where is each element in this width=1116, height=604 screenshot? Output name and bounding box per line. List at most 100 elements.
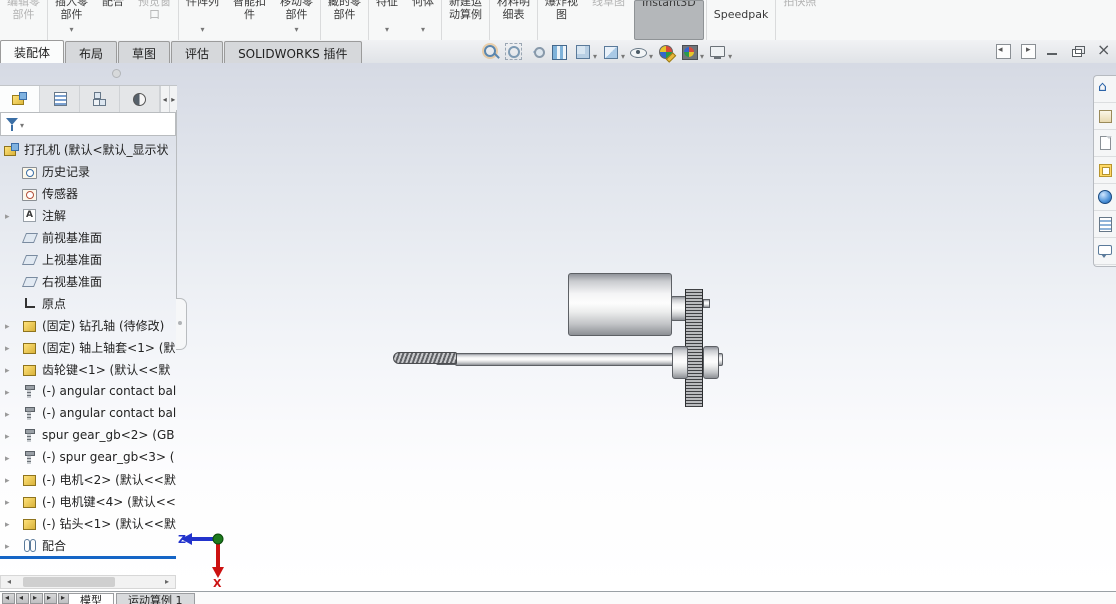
expand-arrow-icon[interactable]	[5, 384, 15, 396]
expand-arrow-icon[interactable]	[5, 340, 15, 352]
tree-item[interactable]: 传感器	[0, 182, 179, 204]
view-toolbar-button[interactable]	[528, 43, 546, 61]
tree-item[interactable]: (-) 钻头<1> (默认<<默	[0, 512, 179, 534]
tree-item[interactable]: (固定) 轴上轴套<1> (默	[0, 336, 179, 358]
dropdown-caret-icon[interactable]	[421, 21, 425, 30]
expand-arrow-icon[interactable]	[5, 472, 15, 484]
study-tab[interactable]: 运动算例 1	[116, 593, 195, 604]
tree-item[interactable]: (-) 电机键<4> (默认<<	[0, 490, 179, 512]
dropdown-caret-icon[interactable]	[200, 21, 204, 30]
graphics-viewport[interactable]: 打孔机 (默认<默认_显示状 历史记录 传感器 注解	[0, 63, 1116, 591]
view-toolbar-icon[interactable]	[630, 43, 648, 61]
view-toolbar-button[interactable]	[658, 43, 676, 61]
tree-item[interactable]: 前视基准面	[0, 226, 179, 248]
ribbon-button[interactable]: 插入零 部件	[47, 0, 95, 40]
study-nav-button[interactable]	[44, 593, 57, 604]
tree-item[interactable]: 原点	[0, 292, 179, 314]
commandmanager-tab[interactable]: 布局	[65, 41, 118, 64]
window-control-button[interactable]	[1021, 44, 1036, 59]
dropdown-caret-icon[interactable]	[728, 48, 732, 57]
study-nav-button[interactable]	[30, 593, 43, 604]
panel-tab-scroll-right-icon[interactable]	[168, 86, 177, 112]
featuremanager-tab[interactable]	[40, 86, 80, 112]
view-toolbar-icon[interactable]	[574, 43, 592, 61]
ribbon-button[interactable]: 移动零 部件	[273, 0, 320, 40]
dropdown-caret-icon[interactable]	[700, 48, 704, 57]
view-toolbar-button[interactable]	[681, 43, 704, 61]
view-toolbar-icon[interactable]	[681, 43, 699, 61]
commandmanager-tab[interactable]: 装配体	[0, 40, 65, 64]
dropdown-caret-icon[interactable]	[69, 21, 73, 30]
ribbon-button[interactable]: 配合	[95, 0, 131, 40]
ribbon-button[interactable]: 新建运 动算例	[441, 0, 489, 40]
tree-item[interactable]: 历史记录	[0, 160, 179, 182]
model-motor-body[interactable]	[568, 273, 672, 336]
scroll-left-icon[interactable]	[3, 577, 15, 587]
study-nav-button[interactable]	[16, 593, 29, 604]
expand-arrow-icon[interactable]	[5, 318, 15, 330]
filter-caret-icon[interactable]	[20, 117, 24, 131]
ribbon-button[interactable]: 编辑零 部件	[0, 0, 47, 40]
featuremanager-tab[interactable]	[0, 86, 40, 112]
view-toolbar-button[interactable]	[505, 43, 523, 61]
ribbon-button[interactable]: 何体	[405, 0, 441, 40]
ribbon-button[interactable]: Speedpak	[705, 0, 776, 40]
expand-arrow-icon[interactable]	[5, 494, 15, 506]
view-toolbar-icon[interactable]	[602, 43, 620, 61]
tree-horizontal-scrollbar[interactable]	[0, 575, 176, 589]
task-pane-tab[interactable]	[1094, 184, 1116, 211]
model-pinion-stub[interactable]	[703, 299, 710, 308]
task-pane-tab[interactable]	[1094, 157, 1116, 184]
view-toolbar-icon[interactable]	[482, 43, 500, 61]
ribbon-button[interactable]: 拍快照	[775, 0, 823, 40]
commandmanager-tab[interactable]: 评估	[171, 41, 224, 64]
commandmanager-tab[interactable]: 草图	[118, 41, 171, 64]
view-toolbar-icon[interactable]	[505, 43, 523, 61]
task-pane-tab[interactable]	[1094, 130, 1116, 157]
tree-item[interactable]: 右视基准面	[0, 270, 179, 292]
task-pane-tab[interactable]	[1094, 76, 1116, 103]
ribbon-button[interactable]: 特征	[368, 0, 405, 40]
view-toolbar-button[interactable]	[551, 43, 569, 61]
dropdown-caret-icon[interactable]	[294, 21, 298, 30]
commandmanager-tab[interactable]: SOLIDWORKS 插件	[224, 41, 362, 64]
dropdown-caret-icon[interactable]	[621, 48, 625, 57]
tree-item[interactable]: (-) angular contact bal	[0, 402, 179, 424]
tree-item[interactable]: 注解	[0, 204, 179, 226]
window-control-button[interactable]	[1096, 40, 1110, 59]
ribbon-button[interactable]: 材料明 细表	[489, 0, 537, 40]
expand-arrow-icon[interactable]	[5, 538, 15, 550]
tree-filter-box[interactable]	[0, 112, 176, 136]
window-control-button[interactable]	[996, 44, 1011, 59]
tree-item[interactable]: 配合	[0, 534, 179, 556]
window-control-button[interactable]	[1071, 44, 1085, 58]
dropdown-caret-icon[interactable]	[385, 21, 389, 30]
dropdown-caret-icon[interactable]	[649, 48, 653, 57]
ribbon-button[interactable]: 线草图	[585, 0, 632, 40]
dropdown-caret-icon[interactable]	[593, 48, 597, 57]
featuremanager-tab[interactable]	[80, 86, 120, 112]
ribbon-button[interactable]: 藏的零 部件	[320, 0, 368, 40]
featuremanager-tab[interactable]	[120, 86, 160, 112]
task-pane-tab[interactable]	[1094, 238, 1116, 265]
rollback-bar[interactable]	[0, 556, 176, 559]
ribbon-button[interactable]: 爆炸视 图	[537, 0, 585, 40]
task-pane-tab[interactable]	[1094, 103, 1116, 130]
model-drill-bit[interactable]	[393, 352, 457, 364]
study-nav-button[interactable]	[2, 593, 15, 604]
view-toolbar-icon[interactable]	[658, 43, 676, 61]
tree-item[interactable]: 打孔机 (默认<默认_显示状	[0, 138, 179, 160]
tree-item[interactable]: 齿轮键<1> (默认<<默	[0, 358, 179, 380]
expand-arrow-icon[interactable]	[5, 450, 15, 462]
ribbon-button[interactable]: Instant3D	[634, 0, 704, 40]
panel-pin-dot[interactable]	[112, 69, 121, 78]
view-toolbar-icon[interactable]	[551, 43, 569, 61]
expand-arrow-icon[interactable]	[5, 516, 15, 528]
view-toolbar-icon[interactable]	[528, 43, 546, 61]
expand-arrow-icon[interactable]	[5, 208, 15, 220]
view-toolbar-button[interactable]	[602, 43, 625, 61]
ribbon-button[interactable]: 智能扣 件	[226, 0, 273, 40]
model-bearing-right[interactable]	[703, 346, 719, 379]
tree-item[interactable]: 上视基准面	[0, 248, 179, 270]
view-toolbar-button[interactable]	[574, 43, 597, 61]
